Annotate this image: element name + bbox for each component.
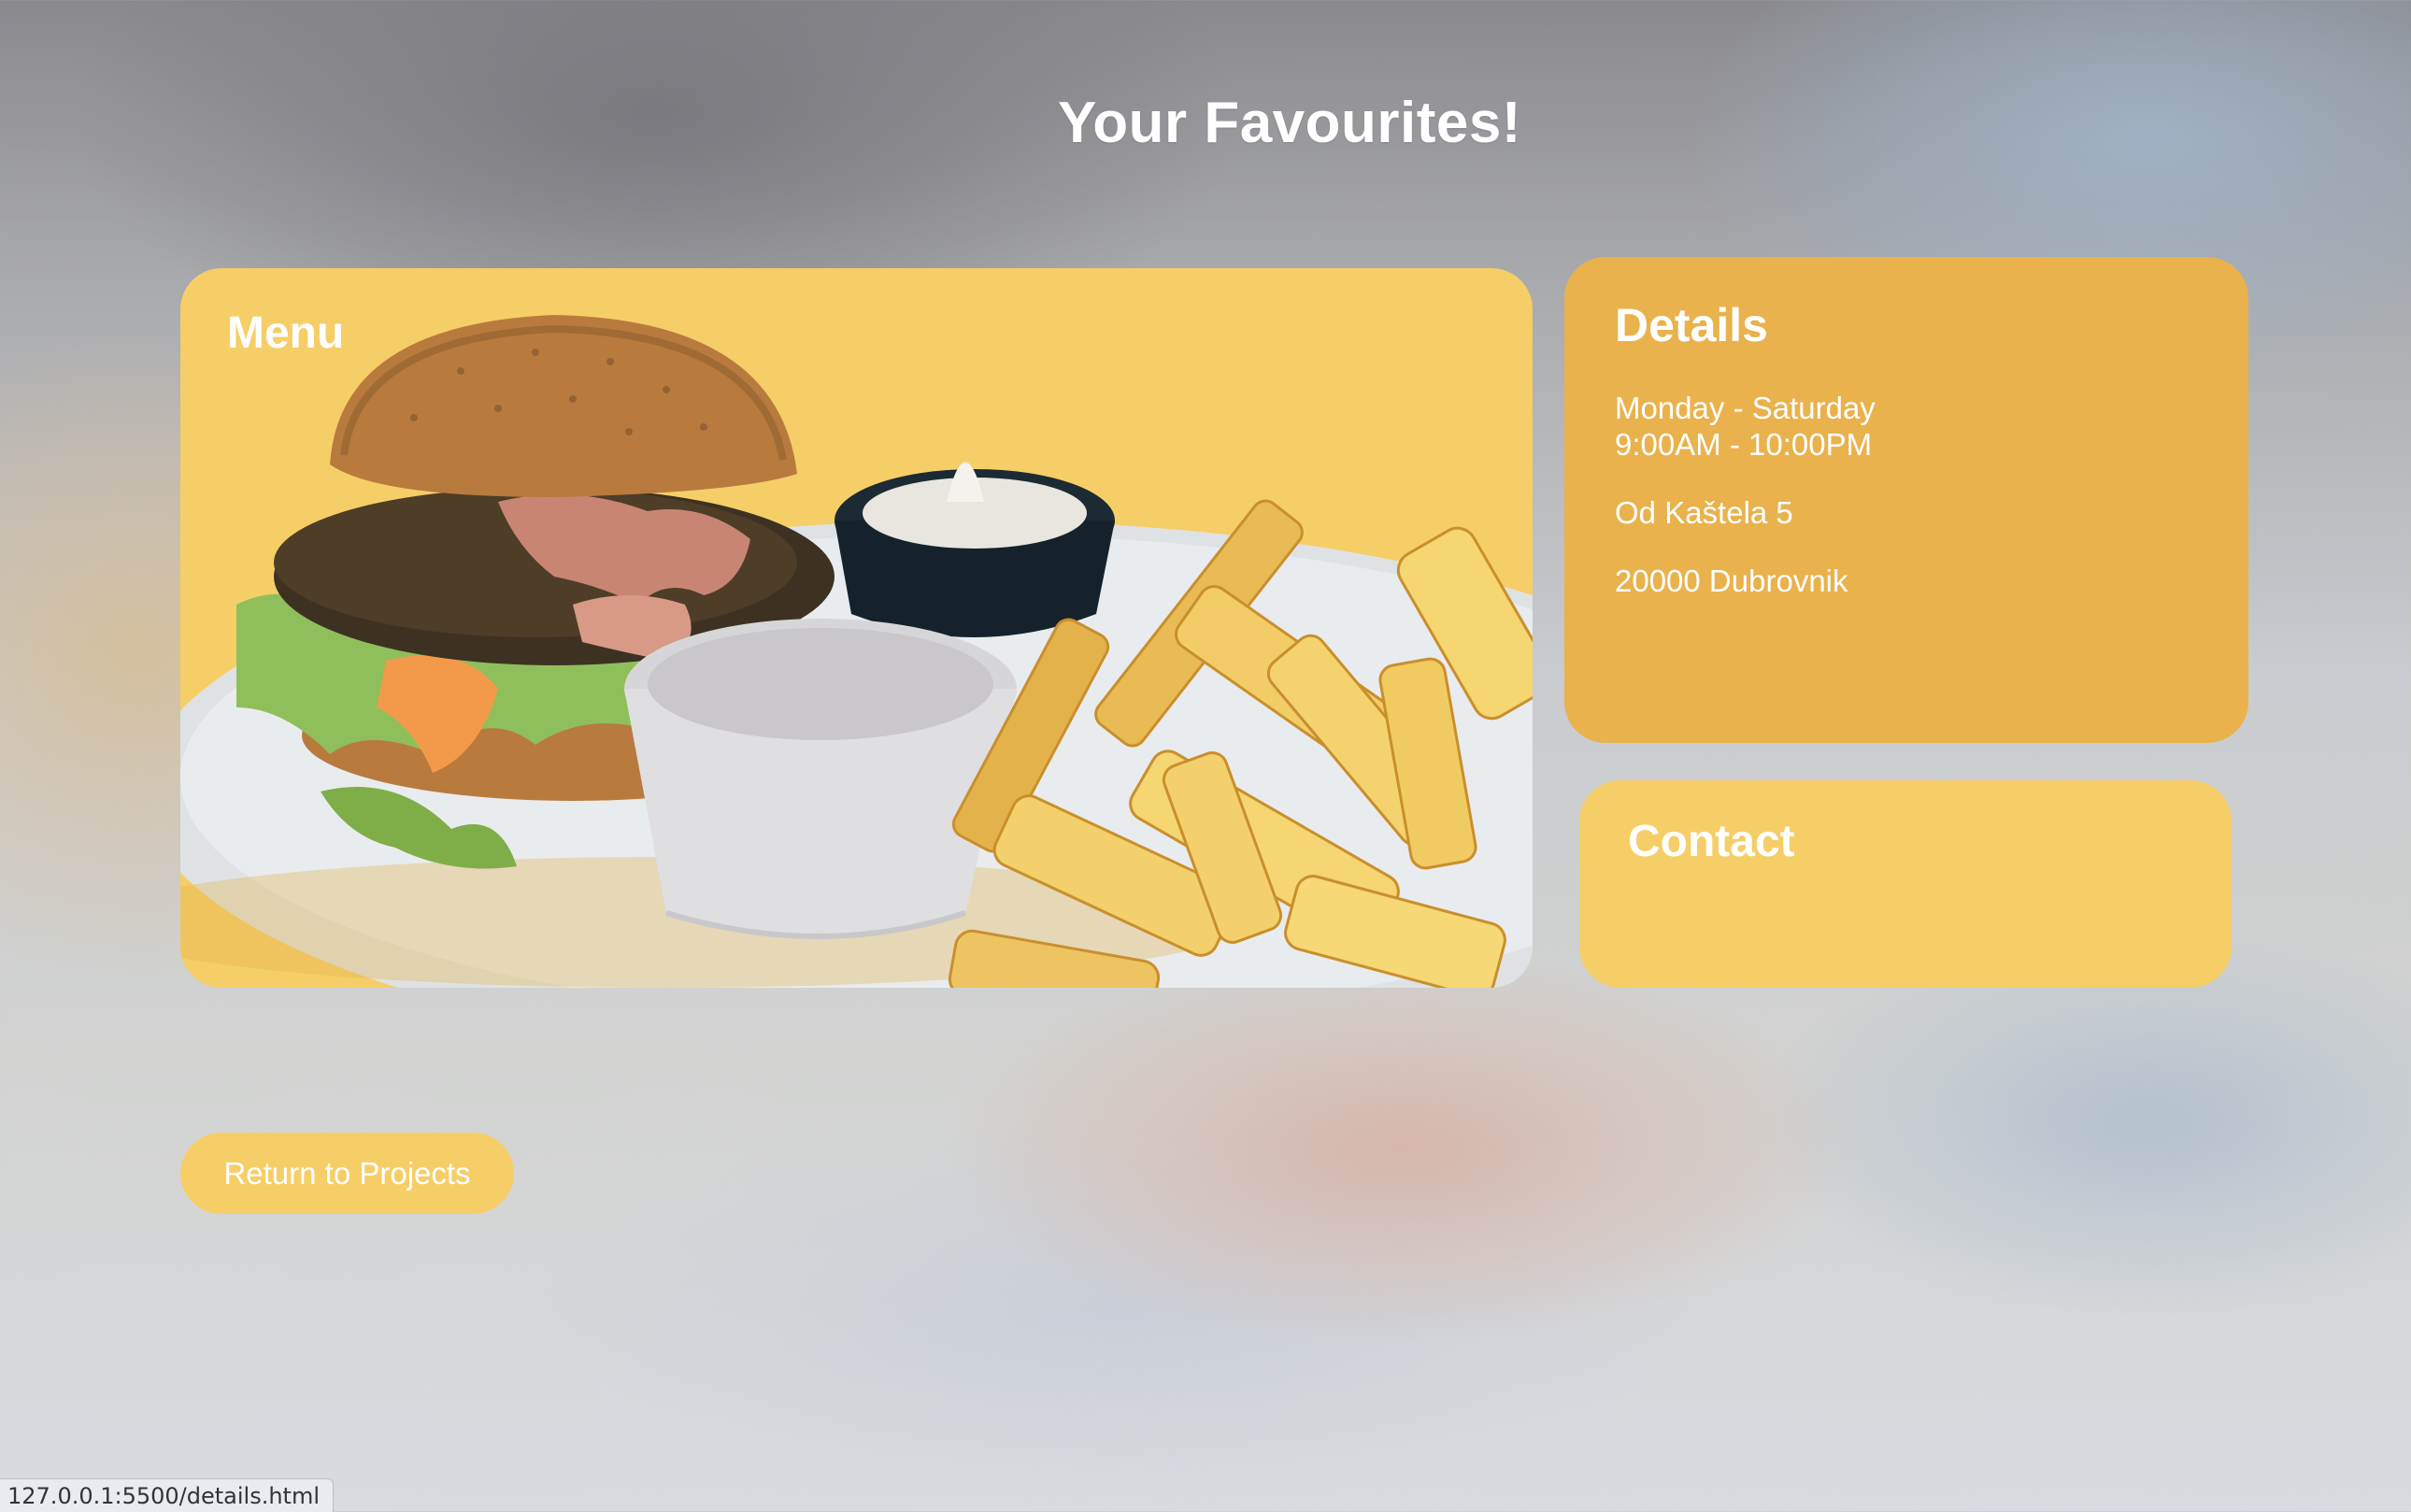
status-bar-url: 127.0.0.1:5500/details.html bbox=[0, 1478, 335, 1512]
return-to-projects-button[interactable]: Return to Projects bbox=[180, 1133, 514, 1214]
menu-card[interactable]: Menu bbox=[180, 268, 1533, 988]
details-card[interactable]: Details Monday - Saturday 9:00AM - 10:00… bbox=[1564, 257, 2248, 743]
city-address: 20000 Dubrovnik bbox=[1615, 563, 1848, 598]
page-title: Your Favourites! bbox=[1057, 91, 1522, 155]
opening-hours: 9:00AM - 10:00PM bbox=[1615, 427, 1873, 462]
details-card-title: Details bbox=[1615, 299, 1768, 351]
street-address: Od Kaštela 5 bbox=[1615, 495, 1793, 530]
menu-card-title: Menu bbox=[227, 308, 345, 358]
opening-days: Monday - Saturday bbox=[1615, 391, 1876, 425]
contact-card-title: Contact bbox=[1628, 817, 1795, 866]
contact-card[interactable]: Contact bbox=[1579, 780, 2232, 988]
burger-fries-image bbox=[180, 315, 1533, 988]
